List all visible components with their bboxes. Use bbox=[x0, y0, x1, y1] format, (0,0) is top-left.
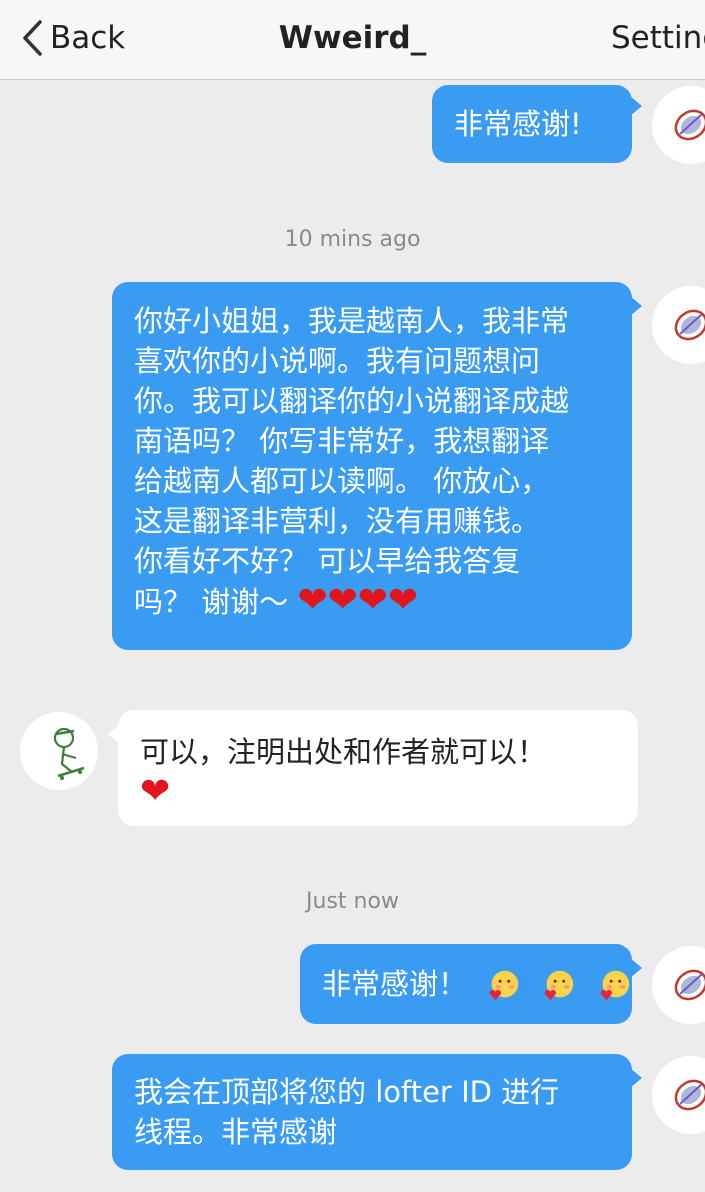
message-bubble-outgoing[interactable]: 非常感谢！ bbox=[300, 944, 632, 1024]
message-line: 你好小姐姐，我是越南人，我非常 bbox=[134, 304, 570, 338]
message-bubble-incoming[interactable]: 可以，注明出处和作者就可以！ ❤ bbox=[118, 710, 638, 826]
message-bubble-outgoing[interactable]: 你好小姐姐，我是越南人，我非常 喜欢你的小说啊。我有问题想问 你。我可以翻译你的… bbox=[112, 282, 632, 650]
face-with-heart-emoji bbox=[489, 970, 519, 1001]
message-bubble-outgoing[interactable]: 我会在顶部将您的 lofter ID 进行 线程。非常感谢 bbox=[112, 1054, 632, 1170]
message-line-with-emoji: 非常感谢！ bbox=[322, 964, 629, 1005]
message-text: 非常感谢！ bbox=[322, 967, 468, 1001]
bubble-tail bbox=[630, 96, 642, 116]
self-avatar[interactable] bbox=[652, 286, 705, 364]
face-with-heart-emoji bbox=[545, 970, 574, 1001]
avatar-image-icon bbox=[674, 309, 705, 341]
self-avatar[interactable] bbox=[652, 946, 705, 1024]
bubble-tail bbox=[630, 1068, 642, 1088]
skateboarder-avatar-icon bbox=[53, 727, 85, 780]
message-line: 你看好不好？ 可以早给我答复 bbox=[134, 544, 521, 578]
avatar-image-icon bbox=[674, 969, 705, 1001]
message-line: 线程。非常感谢 bbox=[134, 1115, 338, 1149]
avatar-image-icon bbox=[674, 1079, 705, 1111]
message-text: 可以，注明出处和作者就可以！ bbox=[140, 735, 547, 769]
heart-emoji: ❤ bbox=[140, 771, 171, 812]
message-line: 吗？ 谢谢～ bbox=[134, 585, 289, 619]
message-line-with-hearts: 吗？ 谢谢～ ❤❤❤❤ bbox=[134, 581, 610, 622]
message-line: 我会在顶部将您的 lofter ID 进行 bbox=[134, 1075, 560, 1109]
settings-button[interactable]: Setting bbox=[611, 18, 705, 58]
self-avatar[interactable] bbox=[652, 86, 705, 164]
timestamp: Just now bbox=[306, 889, 399, 914]
message-line: 喜欢你的小说啊。我有问题想问 bbox=[134, 344, 541, 378]
avatar-image-icon bbox=[674, 109, 705, 141]
face-with-heart-emoji bbox=[600, 970, 629, 1001]
heart-emoji-group: ❤❤❤❤ bbox=[297, 580, 419, 621]
bubble-tail bbox=[630, 958, 642, 978]
contact-avatar[interactable] bbox=[20, 712, 98, 790]
message-line: 给越南人都可以读啊。 你放心， bbox=[134, 464, 550, 498]
bubble-tail bbox=[630, 296, 642, 316]
message-bubble-outgoing[interactable]: 非常感谢! bbox=[432, 85, 632, 163]
message-line: 你。我可以翻译你的小说翻译成越 bbox=[134, 384, 570, 418]
nav-bar: Back Wweird_ Setting bbox=[0, 0, 705, 80]
chat-title: Wweird_ bbox=[278, 20, 427, 56]
message-text: 非常感谢! bbox=[454, 107, 582, 141]
self-avatar[interactable] bbox=[652, 1056, 705, 1134]
message-line: 这是翻译非营利，没有用赚钱。 bbox=[134, 504, 541, 538]
timestamp: 10 mins ago bbox=[284, 227, 421, 252]
message-line: 南语吗？ 你写非常好，我想翻译 bbox=[134, 424, 550, 458]
